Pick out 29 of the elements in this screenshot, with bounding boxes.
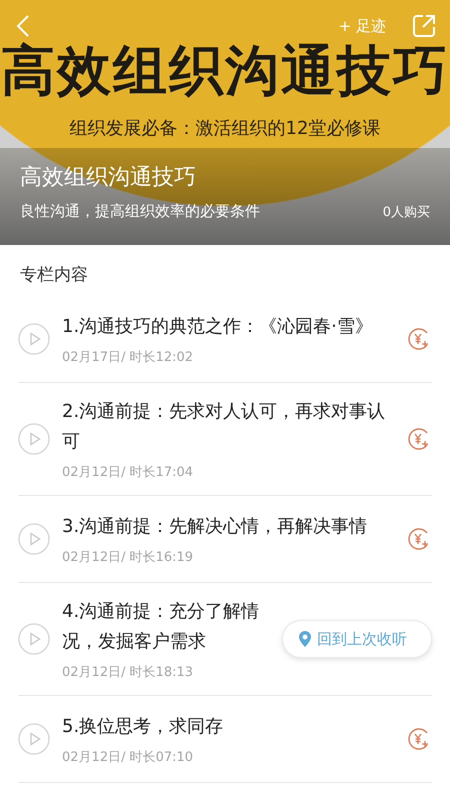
cover-tagline: 组织发展必备：激活组织的12堂必修课	[68, 117, 382, 140]
section-title: 专栏内容	[19, 264, 89, 287]
lesson-row[interactable]: 3.沟通前提：先解决心情，再解决事情 02月12日/ 时长16:19	[18, 496, 432, 583]
lesson-row[interactable]: 4.沟通前提：充分了解情况，发掘客户需求 02月12日/ 时长18:13 回到上次收听	[18, 583, 432, 696]
lesson-meta: 02月12日/ 时长16:19	[62, 549, 194, 566]
play-icon[interactable]	[18, 623, 50, 655]
play-icon[interactable]	[18, 323, 50, 355]
lesson-meta: 02月17日/ 时长12:02	[62, 349, 194, 366]
lesson-row[interactable]: 5.换位思考，求同存 02月12日/ 时长07:10	[18, 696, 432, 783]
lesson-title: 4.沟通前提：充分了解情况，发掘客户需求	[62, 600, 260, 654]
lesson-meta: 02月12日/ 时长17:04	[62, 464, 194, 481]
share-icon[interactable]	[412, 14, 436, 38]
lesson-title: 2.沟通前提：先求对人认可，再求对事认可	[62, 400, 386, 454]
lesson-title: 5.换位思考，求同存	[62, 715, 224, 739]
location-pin-icon	[299, 631, 311, 647]
lesson-title: 1.沟通技巧的典范之作：《沁园春·雪》	[62, 315, 374, 339]
lesson-meta: 02月12日/ 时长18:13	[62, 664, 194, 681]
lesson-row[interactable]: 2.沟通前提：先求对人认可，再求对事认可 02月12日/ 时长17:04	[18, 383, 432, 496]
lesson-meta: 02月12日/ 时长07:10	[62, 749, 194, 766]
back-icon[interactable]	[16, 14, 30, 38]
course-subtitle: 良性沟通，提高组织效率的必要条件	[20, 202, 260, 221]
cover-headline: 高效组织沟通技巧	[0, 40, 450, 102]
course-title: 高效组织沟通技巧	[20, 164, 197, 192]
buyer-count: 0人购买	[382, 204, 430, 220]
play-icon[interactable]	[18, 723, 50, 755]
play-icon[interactable]	[18, 423, 50, 455]
play-icon[interactable]	[18, 523, 50, 555]
lesson-row[interactable]: 1.沟通技巧的典范之作：《沁园春·雪》 02月17日/ 时长12:02	[18, 296, 432, 383]
lesson-title: 3.沟通前提：先解决心情，再解决事情	[62, 515, 368, 539]
